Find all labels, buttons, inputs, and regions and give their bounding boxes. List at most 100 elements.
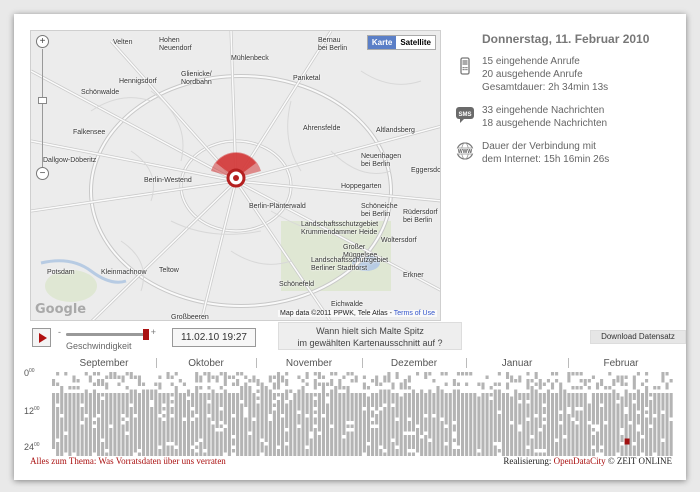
day-column[interactable]	[309, 372, 313, 456]
map-view[interactable]: Velten Hohen Neuendorf Mühlenbeck Bernau be…	[30, 30, 441, 321]
day-column[interactable]	[231, 372, 236, 456]
day-column[interactable]	[587, 372, 591, 456]
day-column[interactable]	[428, 372, 432, 456]
day-column[interactable]	[649, 372, 653, 456]
day-column[interactable]	[256, 372, 260, 456]
day-column[interactable]	[252, 372, 256, 456]
day-column[interactable]	[424, 372, 428, 456]
day-column[interactable]	[436, 372, 440, 456]
day-column[interactable]	[146, 372, 150, 456]
day-column[interactable]	[391, 372, 395, 456]
day-column[interactable]	[80, 372, 84, 456]
day-column[interactable]	[657, 372, 661, 456]
day-column[interactable]	[297, 372, 301, 456]
day-column[interactable]	[567, 372, 571, 456]
day-column[interactable]	[522, 372, 526, 456]
day-column[interactable]	[244, 372, 248, 456]
related-articles-link[interactable]: Alles zum Thema: Was Vorratsdaten über u…	[30, 456, 226, 466]
day-column[interactable]	[632, 372, 636, 456]
terms-of-use-link[interactable]: Terms of Use	[394, 310, 435, 317]
day-column[interactable]	[334, 372, 338, 456]
day-column[interactable]	[665, 372, 669, 456]
day-column[interactable]	[293, 372, 297, 456]
day-column[interactable]	[461, 372, 465, 456]
day-column[interactable]	[411, 372, 416, 456]
day-column[interactable]	[505, 372, 510, 456]
day-column[interactable]	[595, 372, 600, 456]
day-column[interactable]	[485, 372, 489, 456]
day-column[interactable]	[281, 372, 285, 456]
day-column[interactable]	[636, 372, 640, 456]
day-column[interactable]	[129, 372, 133, 456]
day-column[interactable]	[661, 372, 665, 456]
day-column[interactable]	[403, 372, 407, 456]
day-column[interactable]	[195, 372, 199, 456]
day-column[interactable]	[563, 372, 567, 456]
day-column[interactable]	[399, 372, 403, 456]
zoom-out-button[interactable]: −	[36, 167, 49, 180]
zoom-track[interactable]	[42, 49, 43, 167]
day-column[interactable]	[362, 372, 366, 456]
day-column[interactable]	[211, 372, 215, 456]
day-column[interactable]	[354, 372, 358, 456]
selected-time-marker[interactable]	[624, 438, 630, 445]
day-column[interactable]	[555, 372, 559, 456]
zoom-in-button[interactable]: +	[36, 35, 49, 48]
day-column[interactable]	[477, 372, 481, 456]
day-column[interactable]	[121, 372, 125, 456]
day-column[interactable]	[510, 372, 514, 456]
download-dataset-button[interactable]: Download Datensatz	[590, 330, 686, 344]
day-column[interactable]	[178, 372, 182, 456]
day-column[interactable]	[166, 372, 170, 456]
day-column[interactable]	[92, 372, 96, 456]
day-column[interactable]	[550, 372, 555, 456]
day-column[interactable]	[645, 372, 649, 456]
day-column[interactable]	[305, 372, 309, 456]
day-column[interactable]	[542, 372, 546, 456]
activity-timeline[interactable]: 000 1200 2400 September Oktober November De…	[24, 358, 674, 456]
day-column[interactable]	[456, 372, 460, 456]
day-column[interactable]	[591, 372, 595, 456]
day-column[interactable]	[583, 372, 587, 456]
zoom-control[interactable]: + −	[36, 35, 50, 183]
day-column[interactable]	[285, 372, 289, 456]
day-column[interactable]	[219, 372, 223, 456]
day-column[interactable]	[379, 372, 383, 456]
day-column[interactable]	[64, 372, 68, 456]
day-column[interactable]	[469, 372, 473, 456]
day-column[interactable]	[268, 372, 272, 456]
day-column[interactable]	[501, 372, 505, 456]
speed-track[interactable]	[66, 333, 146, 336]
day-column[interactable]	[366, 372, 371, 456]
day-column[interactable]	[616, 372, 620, 456]
day-column[interactable]	[669, 372, 673, 456]
day-column[interactable]	[653, 372, 657, 456]
day-column[interactable]	[518, 372, 522, 456]
day-column[interactable]	[215, 372, 219, 456]
day-column[interactable]	[620, 372, 624, 456]
day-column[interactable]	[571, 372, 575, 456]
day-column[interactable]	[154, 372, 158, 456]
day-column[interactable]	[141, 372, 146, 456]
day-column[interactable]	[526, 372, 530, 456]
day-column[interactable]	[346, 372, 350, 456]
day-column[interactable]	[56, 372, 60, 456]
day-column[interactable]	[109, 372, 113, 456]
day-column[interactable]	[68, 372, 72, 456]
day-column[interactable]	[338, 372, 342, 456]
day-column[interactable]	[260, 372, 264, 456]
day-column[interactable]	[248, 372, 252, 456]
day-column[interactable]	[371, 372, 375, 456]
day-column[interactable]	[420, 372, 424, 456]
day-column[interactable]	[489, 372, 493, 456]
day-column[interactable]	[133, 372, 137, 456]
day-column[interactable]	[608, 372, 612, 456]
day-column[interactable]	[272, 372, 276, 456]
map-type-karte-button[interactable]: Karte	[367, 36, 397, 49]
day-column[interactable]	[387, 372, 391, 456]
speed-handle[interactable]	[143, 329, 149, 340]
day-column[interactable]	[326, 372, 330, 456]
day-column[interactable]	[76, 372, 80, 456]
day-column[interactable]	[162, 372, 166, 456]
day-column[interactable]	[223, 372, 227, 456]
